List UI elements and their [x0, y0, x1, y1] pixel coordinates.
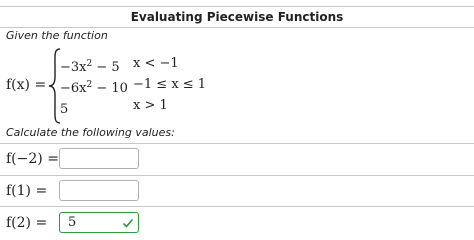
row-rule-2: [0, 175, 474, 176]
case-3-condition: x > 1: [133, 98, 168, 113]
case-3-expression: 5: [60, 102, 69, 117]
answer-field-f-1[interactable]: [59, 180, 139, 201]
function-lhs: f(x) =: [6, 77, 47, 93]
answer-field-f-2[interactable]: 5: [59, 212, 139, 233]
question-label-f-1: f(1) =: [6, 183, 48, 199]
case-2-condition: −1 ≤ x ≤ 1: [133, 77, 207, 92]
row-rule-1: [0, 143, 474, 144]
intro-text: Given the function: [6, 29, 108, 42]
answer-field-f-neg2[interactable]: [59, 148, 139, 169]
case-1-condition: x < −1: [133, 56, 179, 71]
answer-value: 5: [68, 215, 77, 230]
question-label-f-neg2: f(−2) =: [6, 151, 59, 167]
checkmark-icon: [122, 218, 134, 228]
question-label-f-2: f(2) =: [6, 215, 48, 231]
case-2-expression: −6x2 − 10: [60, 80, 128, 96]
header-rule: [0, 27, 474, 28]
case-1-expression: −3x2 − 5: [60, 59, 120, 75]
page-title: Evaluating Piecewise Functions: [130, 10, 344, 24]
calculate-text: Calculate the following values:: [6, 126, 175, 139]
row-rule-3: [0, 206, 474, 207]
